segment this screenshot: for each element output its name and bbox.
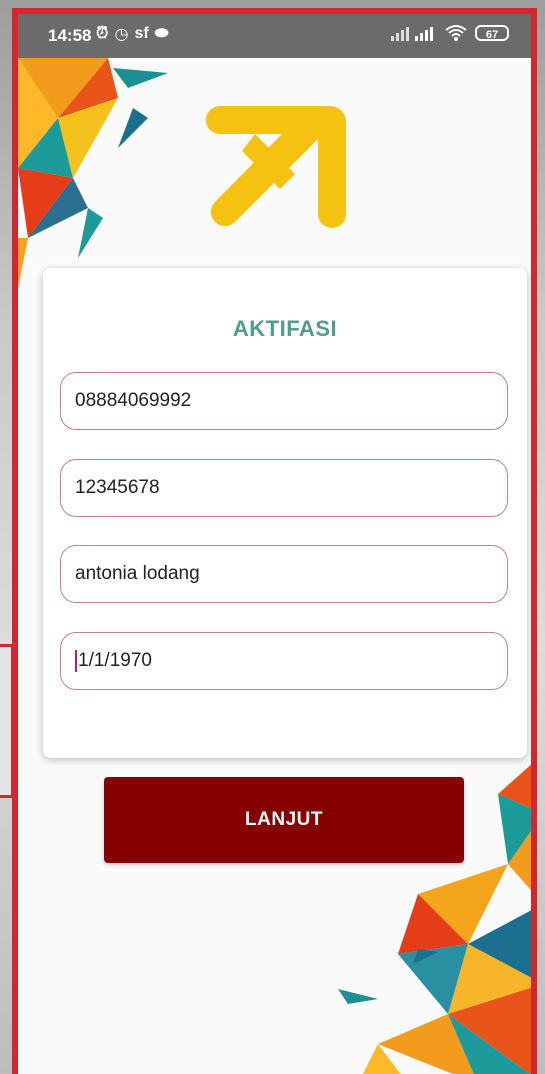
circle-icon: ⬬	[154, 25, 169, 42]
phone-input[interactable]: 08884069992	[60, 372, 508, 430]
name-input-value: antonia lodang	[75, 563, 200, 584]
status-bar: 14:58 ⏰︎ ◷ sf ⬬ 67	[18, 14, 531, 58]
phone-input-value: 08884069992	[75, 390, 192, 411]
signal-icon	[391, 27, 433, 41]
app-logo-icon	[206, 106, 346, 228]
next-button[interactable]: LANJUT	[104, 777, 464, 863]
carrier-icon: sf	[134, 25, 149, 42]
next-button-label: LANJUT	[245, 809, 323, 830]
alarm-off-icon: ⏰︎	[96, 25, 109, 42]
code-input-value: 12345678	[75, 477, 160, 498]
status-right-icons: 67	[389, 24, 509, 42]
text-cursor	[75, 650, 77, 672]
status-time: 14:58	[48, 26, 92, 45]
card-title: AKTIFASI	[232, 316, 338, 341]
alarm-clock-icon: ◷	[114, 26, 129, 43]
status-left-icons: ⏰︎ ◷ sf ⬬	[96, 24, 168, 44]
wifi-icon	[445, 25, 467, 41]
name-input[interactable]: antonia lodang	[60, 545, 508, 603]
birthdate-input-value: 1/1/1970	[78, 650, 152, 671]
battery-icon: 67	[475, 25, 509, 41]
birthdate-input[interactable]: 1/1/1970	[60, 632, 508, 690]
phone-screen: 14:58 ⏰︎ ◷ sf ⬬ 67 AKTIFASI 08884069992 …	[12, 8, 537, 1074]
code-input[interactable]: 12345678	[60, 459, 508, 517]
decoration-top-left	[18, 58, 168, 288]
activation-card: AKTIFASI 08884069992 12345678 antonia lo…	[43, 268, 527, 758]
